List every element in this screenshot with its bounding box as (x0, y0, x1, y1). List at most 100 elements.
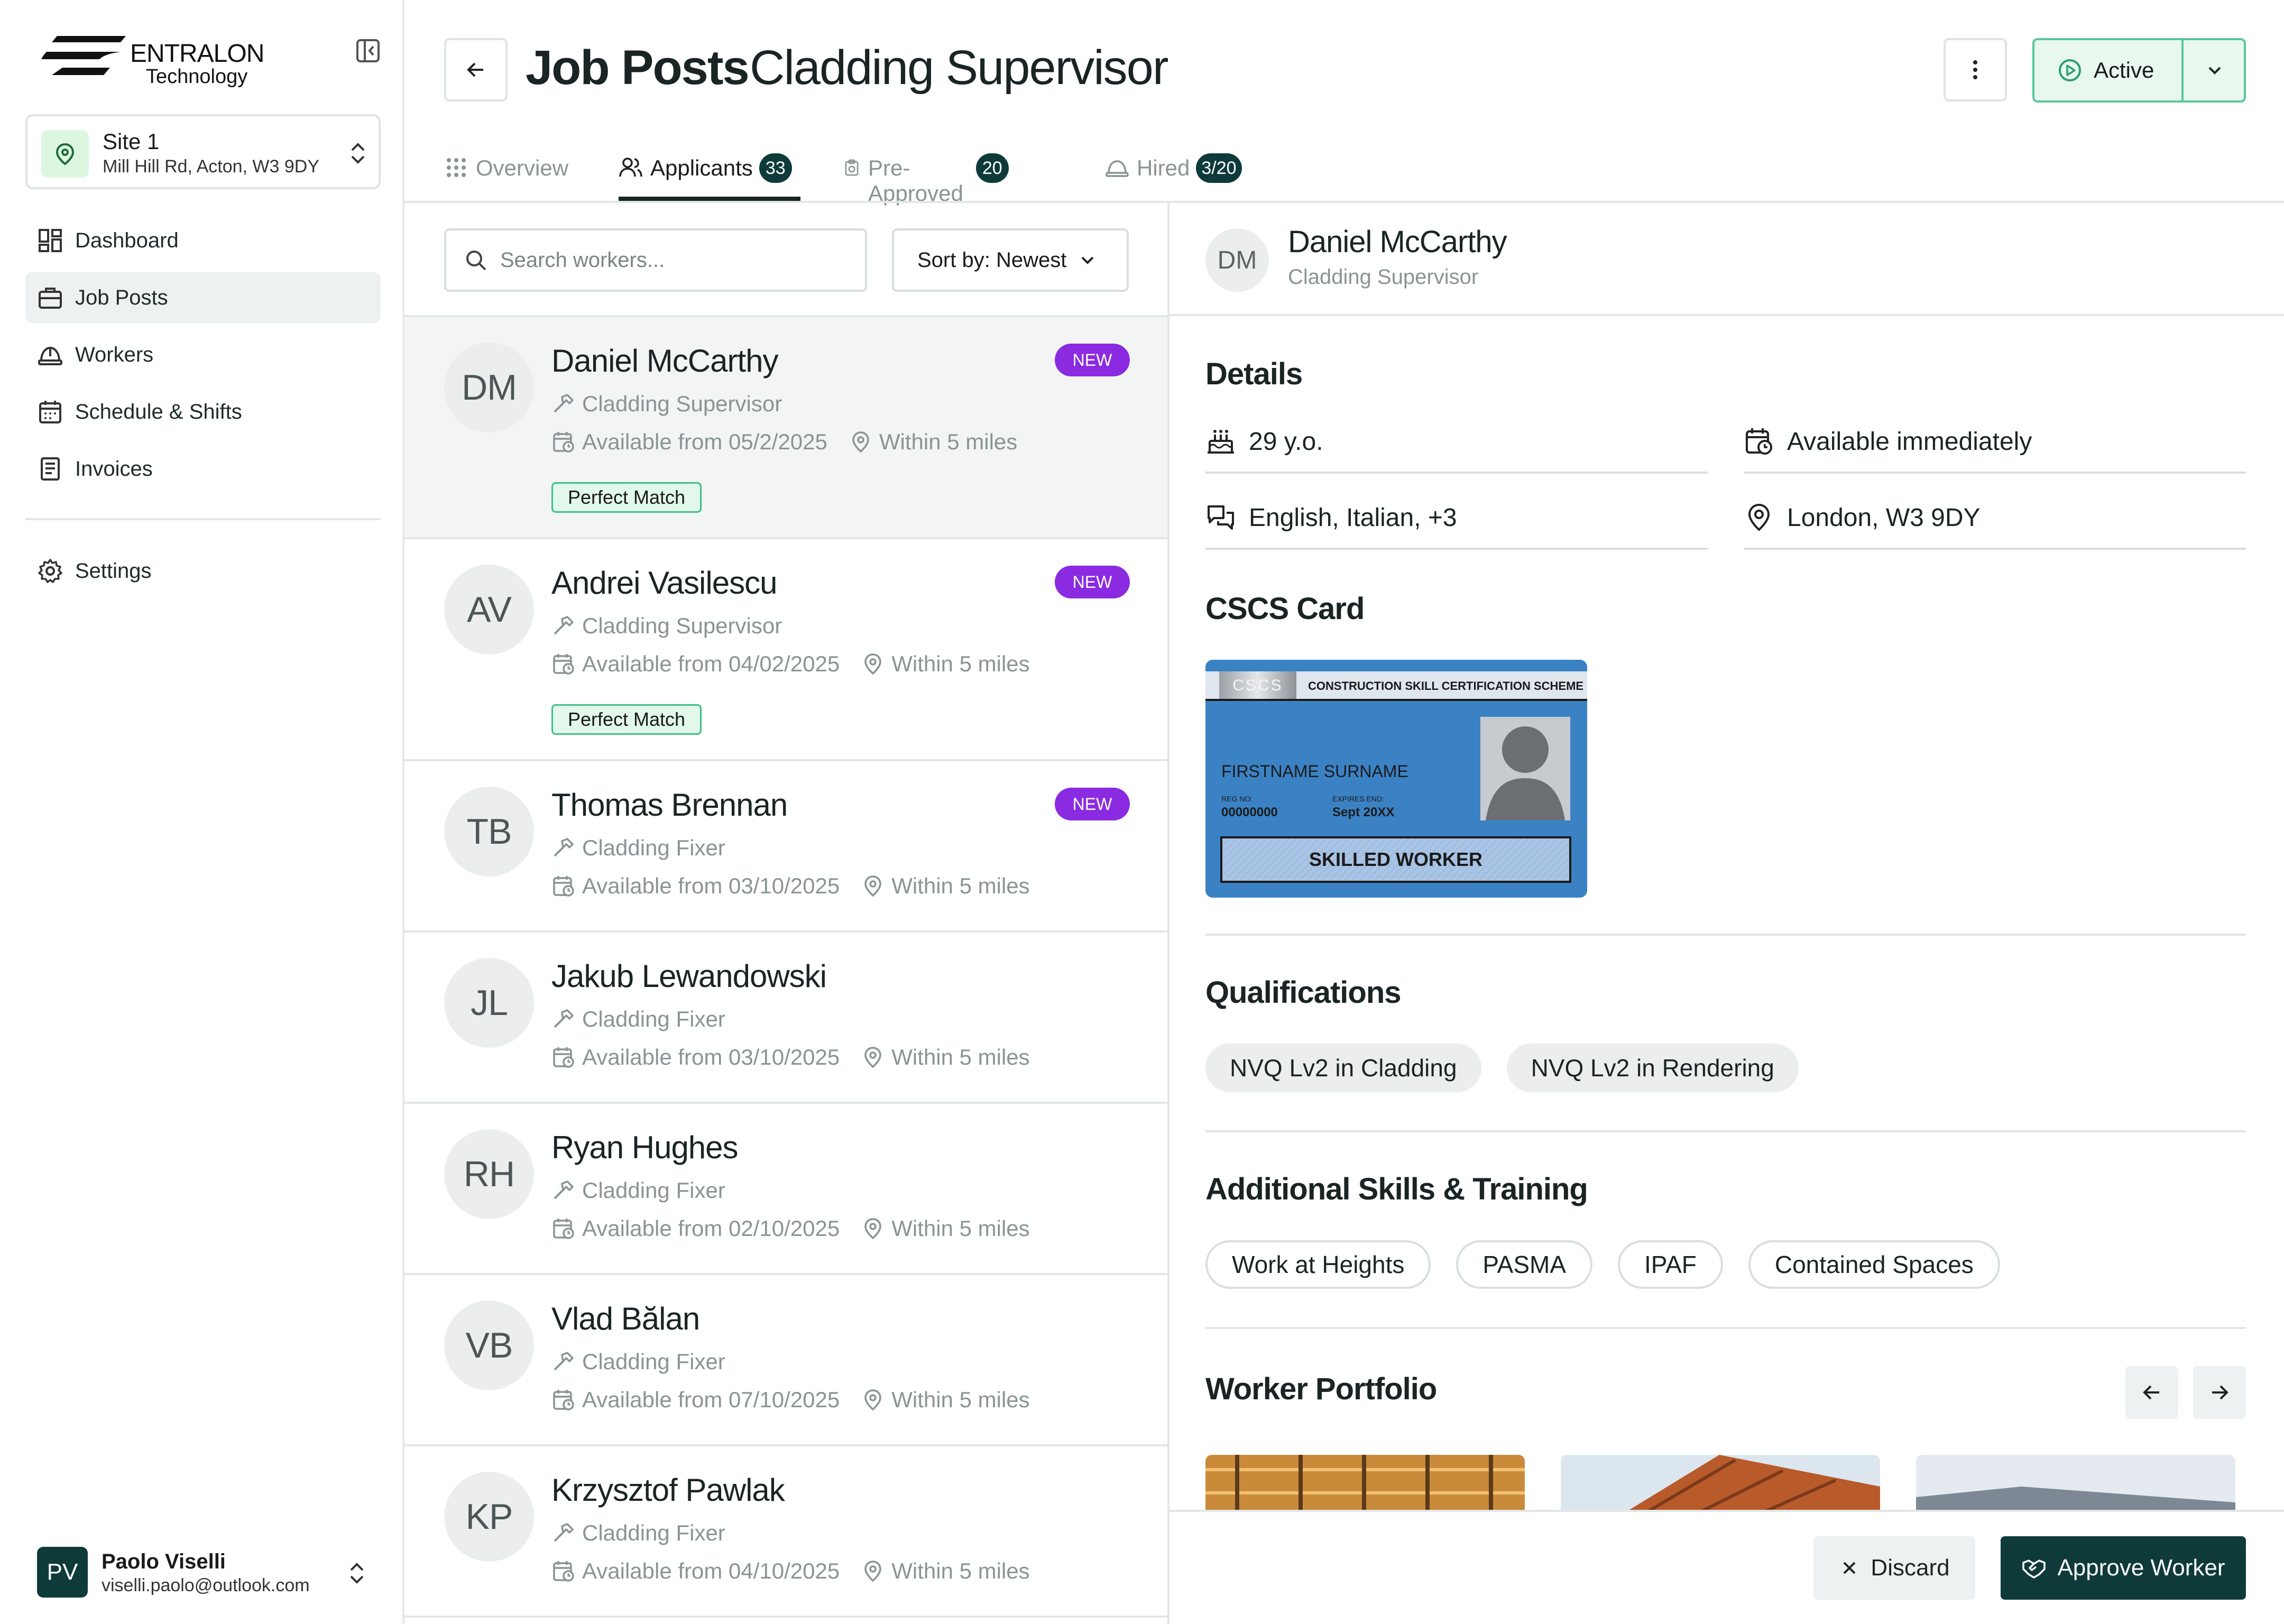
languages-value: English, Italian, +3 (1249, 503, 1457, 532)
tab-pre-approved[interactable]: Pre-Approved 20 (843, 146, 1009, 206)
avatar: TB (444, 787, 534, 876)
status-dropdown-button[interactable] (2186, 40, 2244, 100)
cscs-card-image[interactable]: CSCS CONSTRUCTION SKILL CERTIFICATION SC… (1205, 660, 1587, 898)
hammer-icon (554, 838, 574, 857)
applicant-row[interactable]: RH Ryan Hughes Cladding Fixer Available … (404, 1104, 1167, 1275)
kebab-menu-icon (1973, 60, 1977, 79)
section-divider (1205, 1327, 2246, 1329)
applicant-meta: Available from 05/2/2025 Within 5 miles (551, 429, 1017, 455)
user-profile[interactable]: PV Paolo Viselli viselli.paolo@outlook.c… (37, 1547, 375, 1600)
location-pin-icon (864, 653, 881, 675)
applicant-meta: Available from 03/10/2025 Within 5 miles (551, 1045, 1030, 1070)
discard-button[interactable]: Discard (1813, 1536, 1975, 1600)
qualifications-heading: Qualifications (1205, 975, 1402, 1010)
tab-overview[interactable]: Overview (444, 146, 568, 201)
hammer-icon (554, 1009, 574, 1028)
role-text: Cladding Fixer (582, 1007, 725, 1031)
applicant-row[interactable]: TB Thomas Brennan NEW Cladding Fixer Ava… (404, 761, 1167, 933)
hard-hat-icon (38, 346, 62, 365)
applicant-row[interactable]: KP Krzysztof Pawlak Cladding Fixer Avail… (404, 1446, 1167, 1618)
portfolio-image[interactable] (1205, 1455, 1525, 1513)
briefcase-icon (39, 288, 62, 309)
user-email: viselli.paolo@outlook.com (102, 1575, 310, 1595)
distance-text: Within 5 miles (891, 1558, 1030, 1583)
calendar-icon (39, 401, 61, 423)
qualifications-list: NVQ Lv2 in Cladding NVQ Lv2 in Rendering (1205, 1044, 1824, 1092)
cscs-scheme-text: CONSTRUCTION SKILL CERTIFICATION SCHEME (1308, 679, 1583, 693)
distance-text: Within 5 miles (891, 1216, 1030, 1241)
tab-label: Applicants (650, 155, 753, 180)
applicant-name: Jakub Lewandowski (551, 958, 827, 994)
chat-bubbles-icon (1208, 505, 1234, 530)
brand-logo[interactable]: ENTRALON Technology (41, 27, 274, 91)
location-pin-icon (852, 431, 869, 453)
availability-value: Available immediately (1787, 427, 2032, 456)
search-input[interactable] (500, 248, 860, 272)
back-button[interactable] (444, 38, 508, 102)
birthday-cake-icon (1208, 430, 1234, 454)
tab-count-badge: 3/20 (1196, 153, 1242, 183)
site-selector[interactable]: Site 1 Mill Hill Rd, Acton, W3 9DY (25, 114, 381, 189)
site-name: Site 1 (103, 129, 160, 154)
nav-item-settings[interactable]: Settings (25, 546, 381, 596)
status-button[interactable]: Active (2034, 40, 2184, 100)
arrow-right-icon (2212, 1385, 2228, 1400)
chevron-up-down-icon (351, 143, 365, 164)
more-options-button[interactable] (1944, 38, 2007, 102)
new-badge: NEW (1055, 566, 1130, 598)
location-pin-icon (1748, 503, 1770, 531)
applicant-row[interactable]: AV Andrei Vasilescu NEW Cladding Supervi… (404, 539, 1167, 761)
calendar-clock-icon (553, 1219, 574, 1239)
chevron-down-icon (2208, 67, 2221, 75)
avatar: RH (444, 1129, 534, 1219)
applicant-row[interactable]: VB Vlad Bălan Cladding Fixer Available f… (404, 1275, 1167, 1446)
status-label: Active (2094, 58, 2154, 82)
languages-field: English, Italian, +3 (1205, 487, 1708, 550)
nav-item-invoices[interactable]: Invoices (25, 444, 381, 494)
distance-text: Within 5 miles (891, 873, 1030, 898)
availability-field: Available immediately (1744, 411, 2246, 474)
portfolio-next-button[interactable] (2193, 1366, 2246, 1419)
construction-photo (1205, 1455, 1525, 1513)
collapse-sidebar-icon[interactable] (354, 37, 382, 64)
cscs-expiry-value: Sept 20XX (1332, 805, 1394, 819)
nav-item-job-posts[interactable]: Job Posts (25, 272, 381, 323)
applicant-name: Ryan Hughes (551, 1130, 739, 1165)
sidebar: ENTRALON Technology Site 1 Mill Hill Rd,… (0, 0, 404, 1624)
approve-worker-button[interactable]: Approve Worker (2001, 1536, 2246, 1600)
nav-label: Workers (75, 343, 154, 366)
hammer-icon (554, 1352, 574, 1371)
availability-text: Available from 04/10/2025 (582, 1558, 840, 1583)
nav-label: Settings (75, 559, 152, 583)
portfolio-prev-button[interactable] (2125, 1366, 2178, 1419)
portfolio-image[interactable] (1561, 1455, 1880, 1513)
role-text: Cladding Fixer (582, 1520, 725, 1545)
nav-item-schedule[interactable]: Schedule & Shifts (25, 386, 381, 437)
grid-dots-icon (447, 158, 466, 177)
approve-label: Approve Worker (2057, 1555, 2225, 1581)
portfolio-image[interactable] (1916, 1455, 2235, 1513)
applicant-meta: Available from 02/10/2025 Within 5 miles (551, 1216, 1030, 1241)
nav-item-workers[interactable]: Workers (25, 329, 381, 380)
calendar-clock-icon (553, 876, 574, 897)
role-text: Cladding Fixer (582, 1349, 725, 1374)
app-root: ENTRALON Technology Site 1 Mill Hill Rd,… (0, 0, 2284, 1624)
calendar-clock-icon (1746, 428, 1772, 455)
avatar: AV (444, 565, 534, 654)
tab-applicants[interactable]: Applicants 33 (619, 146, 792, 201)
cscs-level-text: SKILLED WORKER (1309, 848, 1482, 870)
applicant-row[interactable]: JL Jakub Lewandowski Cladding Fixer Avai… (404, 933, 1167, 1104)
sort-dropdown[interactable]: Sort by: Newest (892, 228, 1129, 292)
perfect-match-tag: Perfect Match (551, 704, 702, 735)
new-badge: NEW (1055, 788, 1130, 820)
tab-hired[interactable]: Hired 3/20 (1105, 146, 1242, 201)
brand-tagline: Technology (146, 66, 248, 88)
search-box (444, 228, 867, 292)
discard-label: Discard (1871, 1555, 1950, 1581)
user-name: Paolo Viselli (102, 1550, 226, 1573)
chevron-up-down-icon (350, 1563, 364, 1584)
applicant-row[interactable]: DM Daniel McCarthy NEW Cladding Supervis… (404, 317, 1167, 539)
active-tab-indicator (619, 197, 800, 201)
applicant-role: Cladding Supervisor (551, 613, 782, 639)
nav-item-dashboard[interactable]: Dashboard (25, 215, 381, 266)
